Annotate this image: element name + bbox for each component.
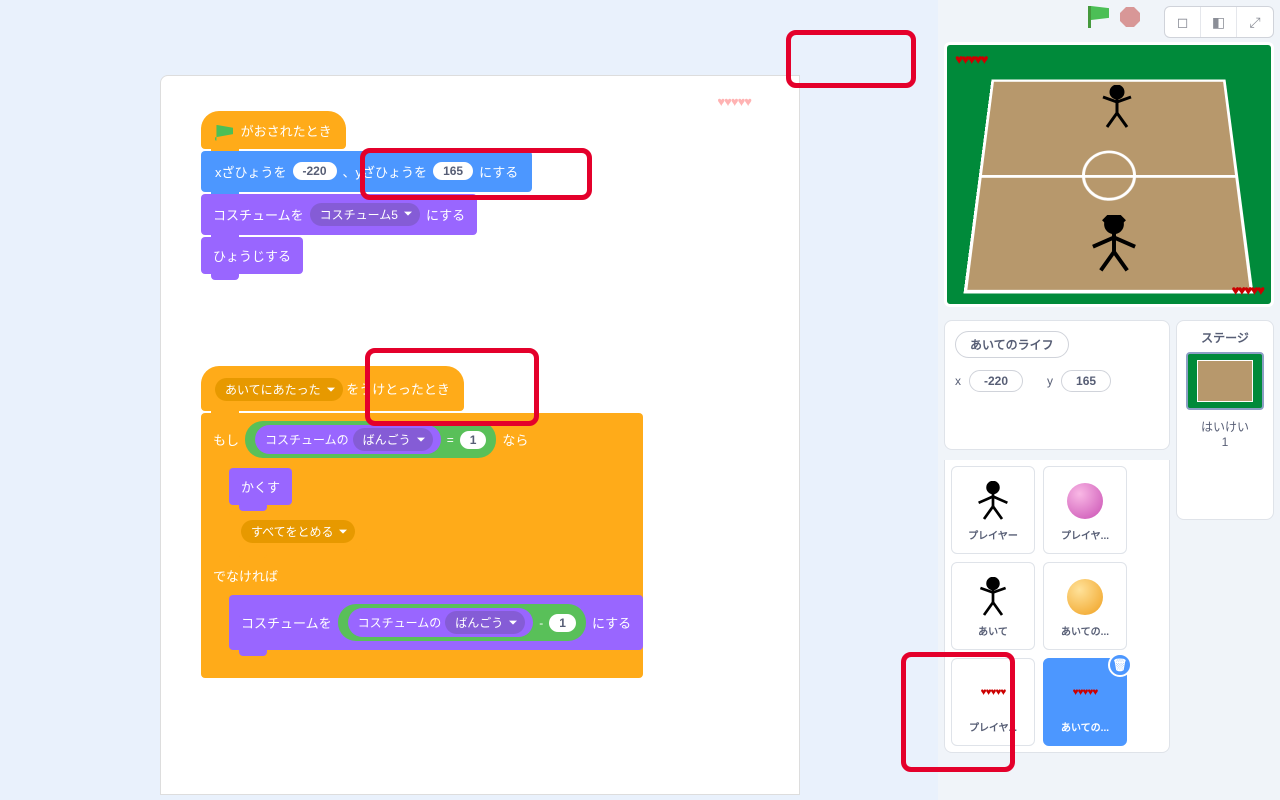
costume-number-reporter[interactable]: コスチュームの ばんごう [255,425,441,454]
minus-operator[interactable]: コスチュームの ばんごう - 1 [338,604,586,641]
equals-value[interactable]: 1 [460,431,487,449]
y-label: y [1047,374,1053,388]
player-life-hearts: ♥♥♥♥♥ [1231,282,1263,298]
stop-button[interactable] [1120,7,1140,27]
x-input[interactable]: -220 [293,162,337,180]
backdrop-label: はいけい [1183,418,1267,435]
switch-costume-block[interactable]: コスチュームを コスチューム5 にする [201,194,477,235]
y-value[interactable]: 165 [1061,370,1111,392]
if-else-block[interactable]: もし コスチュームの ばんごう = 1 なら かくす すべてをとめる [201,413,643,678]
hide-block[interactable]: かくす [229,468,292,505]
x-value[interactable]: -220 [969,370,1023,392]
x-label: x [955,374,961,388]
stage-size-toggles: ◻ ◧ ⤢ [1164,6,1274,38]
player-sprite[interactable] [1087,215,1141,286]
opponent-life-hearts: ♥♥♥♥♥ [955,51,987,67]
sprite-tile-player-ball[interactable]: プレイヤ... [1043,466,1127,554]
highlight-stage-hearts [786,30,916,88]
sprite-info-panel: あいてのライフ x -220 y 165 [944,320,1170,450]
sprite-list: プレイヤー プレイヤ... あいて あいての... ♥♥♥♥♥ プレイヤ... … [944,460,1170,753]
right-panel: ◻ ◧ ⤢ ♥♥♥♥♥ ♥♥♥♥♥ あいてのライフ x -220 y 165 ス… [938,0,1280,800]
sprite-tile-opponent-ball[interactable]: あいての... [1043,562,1127,650]
y-input[interactable]: 165 [433,162,473,180]
delete-sprite-button[interactable]: 🗑 [1108,653,1132,677]
script-area[interactable]: ♥♥♥♥♥ がおされたとき xざひょうを -220 、yざひょうを 165 にす… [160,75,800,795]
backdrop-count: 1 [1183,435,1267,449]
stage-title: ステージ [1183,329,1267,346]
fullscreen-button[interactable]: ⤢ [1237,7,1273,37]
show-block[interactable]: ひょうじする [201,237,303,274]
hat-green-flag[interactable]: がおされたとき [201,111,346,149]
goto-xy-block[interactable]: xざひょうを -220 、yざひょうを 165 にする [201,151,532,192]
message-dropdown[interactable]: あいてにあたった [215,378,343,401]
hat-label: がおされたとき [241,124,332,139]
small-stage-button[interactable]: ◻ [1165,7,1201,37]
sprite-tile-player[interactable]: プレイヤー [951,466,1035,554]
sprite-tile-opponent-life[interactable]: 🗑 ♥♥♥♥♥ あいての... [1043,658,1127,746]
stage[interactable]: ♥♥♥♥♥ ♥♥♥♥♥ [944,42,1274,307]
minus-value[interactable]: 1 [549,614,576,632]
large-stage-button[interactable]: ◧ [1201,7,1237,37]
sprite-preview-hearts: ♥♥♥♥♥ [717,94,751,109]
stop-dropdown[interactable]: すべてをとめる [241,520,355,543]
costume-dropdown[interactable]: コスチューム5 [310,203,420,226]
sprite-tile-player-life[interactable]: ♥♥♥♥♥ プレイヤ... [951,658,1035,746]
flag-icon [215,125,233,141]
costume-number-reporter-2[interactable]: コスチュームの ばんごう [348,608,534,637]
sprite-name-field[interactable]: あいてのライフ [955,331,1069,358]
opponent-sprite[interactable] [1097,85,1137,139]
costume-attr-dropdown-2[interactable]: ばんごう [445,611,525,634]
hat-receive-message[interactable]: あいてにあたった をうけとったとき [201,366,464,411]
switch-costume-expr-block[interactable]: コスチュームを コスチュームの ばんごう - 1 にする [229,595,643,650]
costume-attr-dropdown[interactable]: ばんごう [353,428,433,451]
equals-operator[interactable]: コスチュームの ばんごう = 1 [245,421,496,458]
sprite-tile-opponent[interactable]: あいて [951,562,1035,650]
green-flag-button[interactable] [1088,6,1110,28]
stop-all-block[interactable]: すべてをとめる [229,511,367,552]
stage-selector[interactable]: ステージ はいけい 1 [1176,320,1274,520]
stage-thumbnail[interactable] [1186,352,1264,410]
